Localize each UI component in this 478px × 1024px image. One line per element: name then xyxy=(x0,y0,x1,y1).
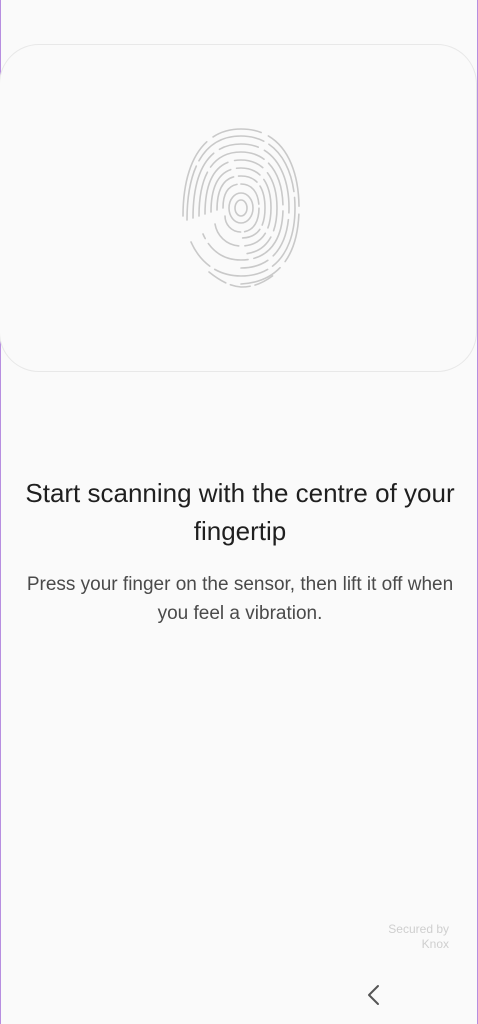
chevron-left-icon xyxy=(368,985,379,1005)
secured-by-knox: Secured by Knox xyxy=(388,922,449,952)
secured-by-label: Secured by xyxy=(388,922,449,936)
knox-label: Knox xyxy=(421,937,449,951)
fingerprint-icon xyxy=(179,126,303,290)
back-button[interactable] xyxy=(359,980,389,1010)
instruction-text: Press your finger on the sensor, then li… xyxy=(26,574,454,624)
page-title: Start scanning with the centre of your f… xyxy=(25,478,455,546)
